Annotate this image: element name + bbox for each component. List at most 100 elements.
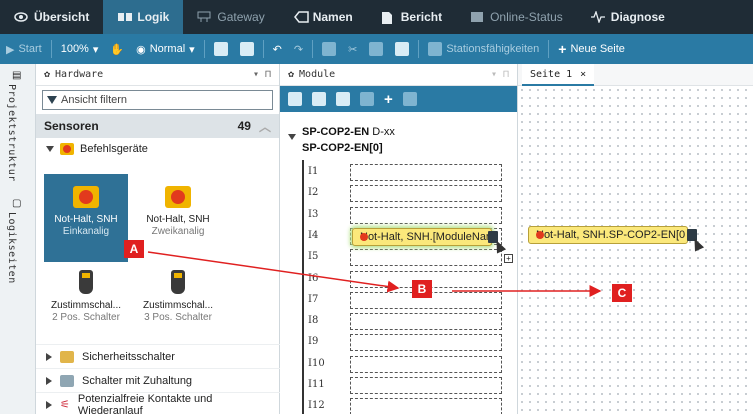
emergency-stop-icon — [165, 186, 191, 208]
station-capability-button[interactable]: Stationsfähigkeiten — [422, 34, 545, 64]
module-icon: ✿ — [288, 69, 295, 80]
tile-enable-2pos[interactable]: Zustimmschal... 2 Pos. Schalter — [44, 262, 128, 336]
filter-icon — [47, 96, 57, 104]
slot-dropzone[interactable] — [350, 164, 502, 181]
tab-diagnose[interactable]: Diagnose — [577, 0, 679, 34]
side-strip: ▤ Projektstruktur ▢ Logikseiten — [0, 64, 36, 414]
align-button[interactable] — [208, 34, 234, 64]
tab-online-status-label: Online-Status — [490, 10, 563, 24]
module-tool-icon[interactable] — [288, 92, 302, 106]
group-safety-switches[interactable]: Sicherheitsschalter — [36, 344, 280, 368]
slot-dropzone[interactable] — [350, 249, 502, 267]
slot-dropzone[interactable] — [350, 355, 502, 373]
module-variant: D-xx — [369, 126, 395, 138]
trash-icon — [395, 42, 410, 56]
pin-icon: ▤ — [12, 70, 22, 81]
align-icon — [213, 42, 228, 56]
tag-icon — [293, 11, 309, 23]
tab-logic[interactable]: Logik — [103, 0, 184, 34]
trash-icon[interactable] — [402, 92, 417, 106]
chevron-down-icon: ▾ — [189, 43, 195, 56]
slot-dropzone[interactable] — [350, 334, 502, 352]
slot-dropzone[interactable] — [350, 206, 502, 224]
tile-sub: 2 Pos. Schalter — [52, 312, 120, 323]
tile-enable-3pos[interactable]: Zustimmschal... 3 Pos. Schalter — [136, 262, 220, 336]
slot-dropzone[interactable] — [350, 313, 502, 331]
slot-label: I6 — [308, 272, 319, 284]
tile-estop-dual[interactable]: Not-Halt, SNH Zweikanalig — [136, 174, 220, 262]
hardware-panel-header: ✿ Hardware ▾ ⊓ — [36, 64, 279, 86]
collapse-icon[interactable] — [288, 134, 296, 140]
separator — [548, 40, 550, 58]
module-bus-line — [302, 160, 304, 414]
pin-icon[interactable]: ▾ ⊓ — [491, 69, 509, 80]
tile-estop-single[interactable]: Not-Halt, SNH Einkanalig — [44, 174, 128, 262]
module-tool-icon[interactable] — [360, 92, 374, 106]
logic-canvas[interactable]: Not-Halt, SNH.SP-COP2-EN[0 — [518, 86, 753, 414]
paste-icon — [369, 42, 384, 56]
copy-button[interactable] — [316, 34, 342, 64]
tab-overview[interactable]: Übersicht — [0, 0, 103, 34]
placed-chip[interactable]: Not-Halt, SNH.SP-COP2-EN[0 — [528, 226, 688, 244]
pin-icon[interactable]: ▾ ⊓ — [253, 69, 271, 80]
marker-b: B — [412, 280, 432, 298]
close-icon[interactable]: × — [580, 69, 586, 80]
filter-input[interactable]: Ansicht filtern — [42, 90, 273, 110]
separator — [312, 40, 314, 58]
group-locking-switches[interactable]: Schalter mit Zuhaltung — [36, 368, 280, 392]
tile-name: Not-Halt, SNH — [54, 214, 118, 225]
tile-sub: Zweikanalig — [151, 226, 205, 237]
dragged-chip[interactable]: Not-Halt, SNH.[ModuleName] — [352, 228, 492, 246]
category-header[interactable]: Sensoren 49 ︿ — [36, 114, 279, 138]
grid-button[interactable] — [234, 34, 260, 64]
separator — [50, 40, 52, 58]
slot-dropzone[interactable] — [350, 185, 502, 203]
page-tab-label: Seite 1 — [530, 68, 573, 80]
subcategory-label: Befehlsgeräte — [80, 143, 148, 155]
zoom-select[interactable]: 100% ▾ — [55, 34, 105, 64]
tab-report[interactable]: Bericht — [367, 0, 456, 34]
start-button[interactable]: ▶ Start — [0, 34, 48, 64]
module-tool-icon[interactable] — [312, 92, 326, 106]
slot-label: I5 — [308, 251, 319, 263]
slot-dropzone[interactable] — [350, 398, 502, 414]
new-page-button[interactable]: + Neue Seite — [552, 34, 631, 64]
subcategory-commanders[interactable]: Befehlsgeräte — [36, 138, 279, 160]
station-icon — [428, 42, 443, 56]
group-potential-free-contacts[interactable]: ⚟ Potenzialfreie Kontakte und Wiederanla… — [36, 392, 280, 414]
eye-icon: ◉ — [136, 43, 146, 56]
expand-icon — [46, 146, 54, 152]
plus-icon[interactable]: + — [384, 91, 393, 108]
logic-pages-tab[interactable]: Logikseiten — [6, 212, 17, 284]
main-toolbar: ▶ Start 100% ▾ ✋ ◉ Normal ▾ ↶ ↷ ✂ Statio… — [0, 34, 753, 64]
top-tab-bar: Übersicht Logik Gateway Namen Bericht On… — [0, 0, 753, 34]
category-count: 49 — [237, 119, 251, 133]
redo-button[interactable]: ↷ — [288, 34, 309, 64]
tab-gateway-label: Gateway — [217, 10, 265, 24]
paste-button[interactable] — [363, 34, 389, 64]
diagnose-icon — [590, 10, 605, 24]
tab-names[interactable]: Namen — [279, 0, 367, 34]
undo-button[interactable]: ↶ — [267, 34, 288, 64]
tab-online-status[interactable]: Online-Status — [456, 0, 577, 34]
start-label: Start — [18, 43, 42, 55]
tab-page-1[interactable]: Seite 1 × — [522, 64, 595, 86]
slot-label: I7 — [308, 293, 319, 305]
tab-names-label: Namen — [312, 10, 353, 24]
cut-button[interactable]: ✂ — [342, 34, 363, 64]
delete-button[interactable] — [389, 34, 415, 64]
view-mode-select[interactable]: ◉ Normal ▾ — [130, 34, 201, 64]
slot-dropzone[interactable] — [350, 377, 502, 394]
status-icon — [470, 11, 484, 23]
module-panel-header: ✿ Module ▾ ⊓ — [280, 64, 517, 86]
slot-label: I2 — [308, 187, 319, 199]
marker-c: C — [612, 284, 632, 302]
module-type: SP-COP2-EN — [302, 126, 370, 138]
hand-tool-button[interactable]: ✋ — [104, 34, 130, 64]
filter-placeholder: Ansicht filtern — [61, 94, 128, 106]
group-label: Schalter mit Zuhaltung — [82, 374, 193, 387]
slot-label: I1 — [308, 166, 319, 177]
module-tool-icon[interactable] — [336, 92, 350, 106]
tab-gateway[interactable]: Gateway — [183, 0, 278, 34]
project-structure-tab[interactable]: Projektstruktur — [6, 84, 17, 182]
